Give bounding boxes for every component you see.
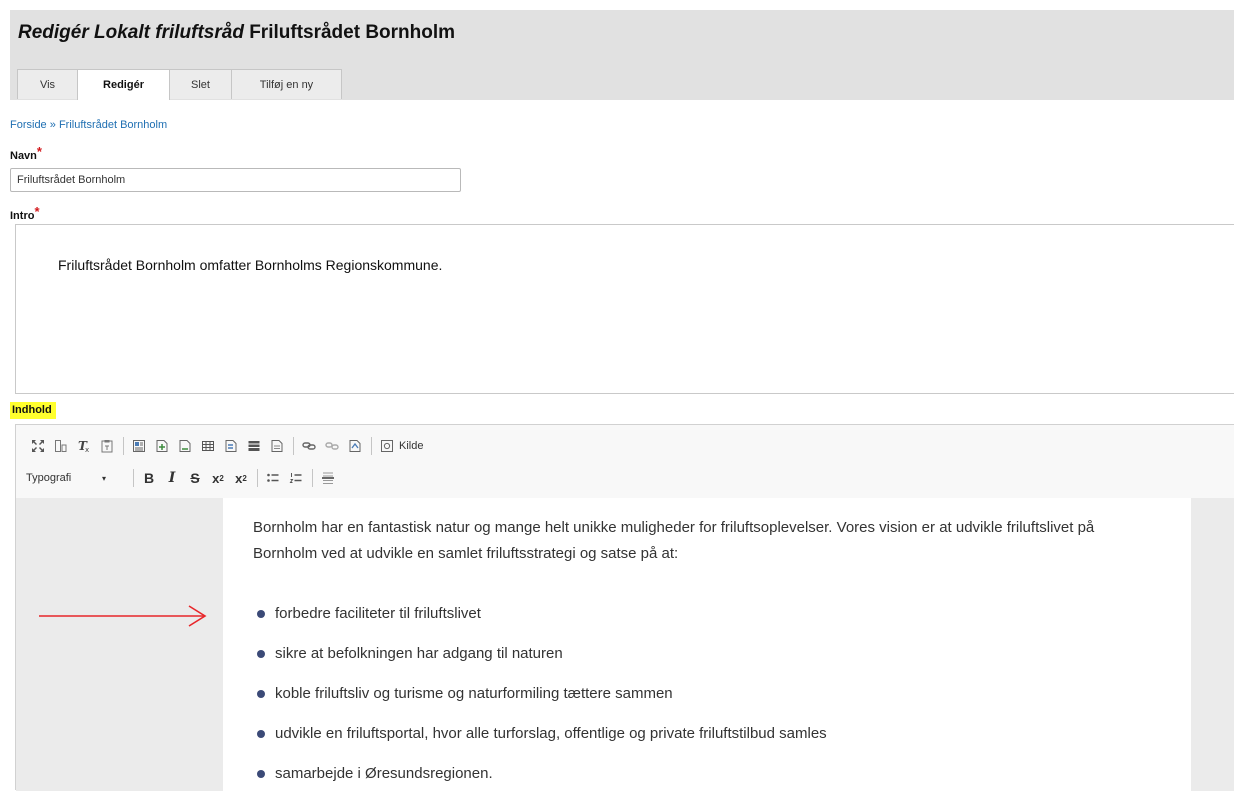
- list-item-text: koble friluftsliv og turisme og naturfor…: [275, 685, 673, 702]
- navn-input[interactable]: [10, 168, 461, 192]
- superscript-mark: 2: [219, 473, 224, 483]
- bullet-icon: [257, 610, 265, 618]
- page-title-action: Redigér Lokalt friluftsråd: [18, 22, 244, 43]
- list-item: koble friluftsliv og turisme og naturfor…: [257, 684, 827, 724]
- link-icon[interactable]: [299, 436, 319, 456]
- block-icon[interactable]: [244, 436, 264, 456]
- list-item: samarbejde i Øresundsregionen.: [257, 764, 827, 804]
- format-select[interactable]: Typografi ▾: [26, 472, 126, 484]
- toolbar-separator: [312, 469, 313, 487]
- navn-label-text: Navn: [10, 150, 37, 162]
- page-header: Redigér Lokalt friluftsråd Friluftsrådet…: [10, 10, 1234, 100]
- toolbar-separator: [133, 469, 134, 487]
- subscript-glyph: x: [235, 470, 243, 486]
- document-icon[interactable]: [267, 436, 287, 456]
- indhold-label: Indhold: [10, 402, 56, 419]
- source-label: Kilde: [399, 440, 424, 452]
- numbered-list-icon[interactable]: [286, 468, 306, 488]
- toolbar-separator: [257, 469, 258, 487]
- intro-label: Intro*: [10, 204, 40, 222]
- toolbar-separator: [123, 437, 124, 455]
- required-marker: *: [34, 204, 40, 219]
- insert-row-icon[interactable]: [221, 436, 241, 456]
- insert-after-icon[interactable]: [152, 436, 172, 456]
- editor-document[interactable]: Bornholm har en fantastisk natur og mang…: [223, 498, 1191, 791]
- bullet-icon: [257, 770, 265, 778]
- indhold-editor: Tx Kilde Typografi ▾ B I S x 2 x 2 Bornh…: [15, 424, 1234, 791]
- breadcrumb-separator: »: [49, 119, 56, 131]
- page-title-name: Friluftsrådet Bornholm: [249, 22, 456, 43]
- breadcrumb-forside[interactable]: Forside: [10, 119, 47, 131]
- list-item: udvikle en friluftsportal, hvor alle tur…: [257, 724, 827, 764]
- list-item-text: sikre at befolkningen har adgang til nat…: [275, 645, 563, 662]
- show-blocks-icon[interactable]: [51, 436, 71, 456]
- list-item: forbedre faciliteter til friluftslivet: [257, 604, 827, 644]
- tab-vis[interactable]: Vis: [17, 69, 78, 99]
- insert-before-icon[interactable]: [175, 436, 195, 456]
- tab-rediger[interactable]: Redigér: [77, 69, 170, 100]
- chevron-down-icon: ▾: [102, 473, 107, 483]
- table-icon[interactable]: [198, 436, 218, 456]
- superscript-button[interactable]: x2: [208, 468, 228, 488]
- anchor-icon[interactable]: [345, 436, 365, 456]
- strikethrough-button[interactable]: S: [185, 468, 205, 488]
- intro-text: Friluftsrådet Bornholm omfatter Bornholm…: [58, 257, 443, 273]
- editor-toolbar-row-1: Tx Kilde: [28, 433, 423, 459]
- bullet-icon: [257, 650, 265, 658]
- subscript-mark: 2: [242, 473, 247, 483]
- toolbar-separator: [371, 437, 372, 455]
- intro-editor[interactable]: Friluftsrådet Bornholm omfatter Bornholm…: [15, 224, 1234, 394]
- required-marker: *: [36, 144, 42, 159]
- source-icon: [377, 436, 397, 456]
- tab-bar: Vis Redigér Slet Tilføj en ny: [17, 69, 342, 100]
- italic-button[interactable]: I: [162, 468, 182, 488]
- editor-toolbar-row-2: Typografi ▾ B I S x2 x2: [26, 465, 341, 491]
- breadcrumb-current[interactable]: Friluftsrådet Bornholm: [59, 119, 167, 131]
- bulleted-list-icon[interactable]: [263, 468, 283, 488]
- unlink-icon[interactable]: [322, 436, 342, 456]
- list-item-text: forbedre faciliteter til friluftslivet: [275, 605, 481, 622]
- tab-slet[interactable]: Slet: [169, 69, 232, 99]
- format-select-label: Typografi: [26, 472, 72, 484]
- remove-format-icon[interactable]: Tx: [74, 436, 94, 456]
- editor-content-area[interactable]: Bornholm har en fantastisk natur og mang…: [16, 498, 1234, 791]
- toolbar-separator: [293, 437, 294, 455]
- list-item: sikre at befolkningen har adgang til nat…: [257, 644, 827, 684]
- bullet-icon: [257, 690, 265, 698]
- navn-label: Navn*: [10, 144, 42, 162]
- template-icon[interactable]: [129, 436, 149, 456]
- indhold-label-text: Indhold: [12, 404, 52, 416]
- source-button[interactable]: Kilde: [377, 436, 423, 456]
- subscript-button[interactable]: x2: [231, 468, 251, 488]
- breadcrumb: Forside » Friluftsrådet Bornholm: [10, 119, 167, 131]
- maximize-icon[interactable]: [28, 436, 48, 456]
- superscript-glyph: x: [212, 470, 220, 486]
- intro-label-text: Intro: [10, 210, 35, 222]
- bold-button[interactable]: B: [139, 468, 159, 488]
- page-title: Redigér Lokalt friluftsråd Friluftsrådet…: [18, 22, 455, 44]
- svg-text:x: x: [85, 446, 89, 453]
- tab-tilfoj-en-ny[interactable]: Tilføj en ny: [231, 69, 342, 99]
- list-item-text: udvikle en friluftsportal, hvor alle tur…: [275, 725, 827, 742]
- list-item-text: samarbejde i Øresundsregionen.: [275, 765, 493, 782]
- horizontal-rule-icon[interactable]: [318, 468, 338, 488]
- paste-text-icon[interactable]: [97, 436, 117, 456]
- content-list: forbedre faciliteter til friluftslivet s…: [257, 604, 827, 804]
- content-paragraph: Bornholm har en fantastisk natur og mang…: [253, 519, 1095, 562]
- bullet-icon: [257, 730, 265, 738]
- red-arrow-annotation: [39, 605, 207, 627]
